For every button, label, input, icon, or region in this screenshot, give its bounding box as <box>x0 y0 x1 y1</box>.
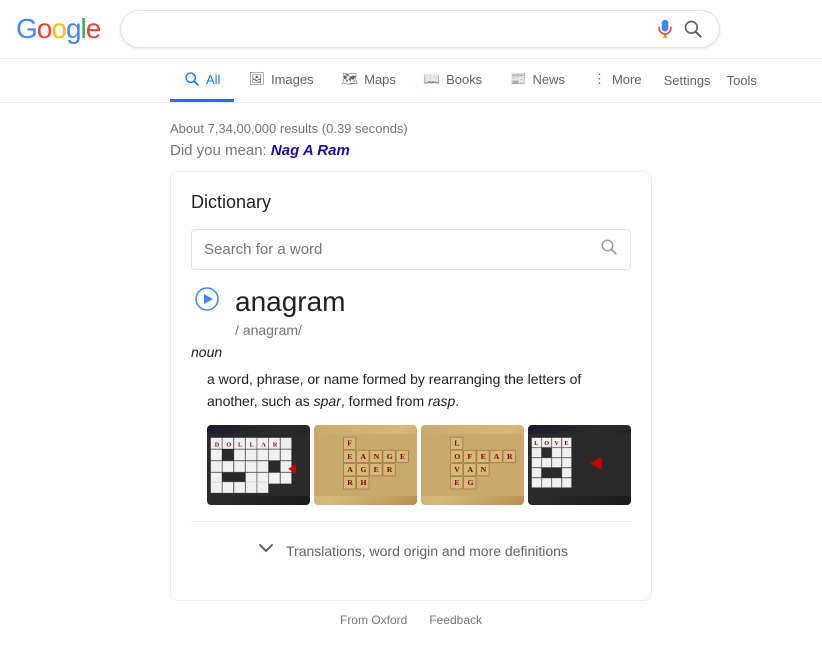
search-input[interactable]: Anagram <box>137 20 647 38</box>
footer: From Oxford Feedback <box>170 607 652 633</box>
part-of-speech: noun <box>191 344 631 360</box>
tab-images[interactable]: 🖼 Images <box>234 59 327 102</box>
definition-end: . <box>455 393 459 409</box>
maps-icon: 🗺 <box>342 71 359 87</box>
chevron-down-icon <box>254 536 278 566</box>
svg-text:D: D <box>215 441 220 448</box>
audio-button[interactable] <box>191 286 223 318</box>
word-entry: anagram / anagram/ noun a word, phrase, … <box>191 286 631 505</box>
definition-mid: , formed from <box>341 393 428 409</box>
mic-button[interactable] <box>655 19 675 39</box>
svg-text:L: L <box>238 441 242 448</box>
svg-text:F: F <box>347 438 352 447</box>
search-bar: Anagram <box>120 10 720 48</box>
tab-news-label: News <box>532 72 565 87</box>
feedback-link[interactable]: Feedback <box>429 613 482 627</box>
svg-text:L: L <box>250 441 254 448</box>
svg-text:E: E <box>454 478 459 487</box>
svg-text:A: A <box>494 452 500 461</box>
svg-text:R: R <box>507 452 513 461</box>
svg-text:H: H <box>360 478 366 487</box>
image-1[interactable]: D O L L A R <box>207 425 310 505</box>
did-you-mean-link[interactable]: Nag A Ram <box>271 142 350 159</box>
svg-text:L: L <box>454 438 459 447</box>
tools-link[interactable]: Tools <box>719 61 765 100</box>
word-search-input[interactable] <box>204 241 592 258</box>
results-count: About 7,34,00,000 results (0.39 seconds) <box>170 121 652 136</box>
tab-maps[interactable]: 🗺 Maps <box>328 59 410 102</box>
pronunciation: / anagram/ <box>235 322 631 338</box>
image-3[interactable]: L O V E F E A R A N G <box>421 425 524 505</box>
svg-text:F: F <box>467 452 472 461</box>
image-4[interactable]: L O V E <box>528 425 631 505</box>
tab-books-label: Books <box>446 72 482 87</box>
more-icon: ⋮ <box>593 71 606 87</box>
svg-text:G: G <box>360 465 366 474</box>
svg-text:G: G <box>467 478 473 487</box>
image-2[interactable]: F E A R A N G E G E R H <box>314 425 417 505</box>
svg-text:V: V <box>454 465 460 474</box>
svg-text:E: E <box>374 465 379 474</box>
svg-text:E: E <box>481 452 486 461</box>
tab-images-label: Images <box>271 72 314 87</box>
dictionary-card: Dictionary <box>170 171 652 601</box>
svg-text:O: O <box>544 440 549 447</box>
svg-text:E: E <box>400 452 405 461</box>
tab-all-label: All <box>206 72 220 87</box>
did-you-mean-prefix: Did you mean: <box>170 142 271 159</box>
audio-icon <box>195 287 219 317</box>
nav-tabs: All 🖼 Images 🗺 Maps 📖 Books 📰 News ⋮ Mor… <box>0 59 822 103</box>
more-definitions-label: Translations, word origin and more defin… <box>286 543 568 559</box>
svg-text:E: E <box>347 452 352 461</box>
svg-text:V: V <box>554 440 559 447</box>
word-search-box <box>191 229 631 270</box>
search-tab-icon <box>184 71 200 87</box>
mic-icon <box>655 19 675 39</box>
tab-more-label: More <box>612 72 642 87</box>
header: Google Anagram <box>0 0 822 59</box>
word-search-icon[interactable] <box>600 238 618 261</box>
svg-text:N: N <box>374 452 380 461</box>
svg-text:A: A <box>347 465 353 474</box>
example-word1: spar <box>314 393 341 409</box>
svg-text:A: A <box>360 452 366 461</box>
image-row: D O L L A R <box>207 425 631 505</box>
more-definitions[interactable]: Translations, word origin and more defin… <box>191 521 631 580</box>
source-label: From Oxford <box>340 613 407 627</box>
settings-link[interactable]: Settings <box>656 61 719 100</box>
word-header: anagram <box>191 286 631 318</box>
svg-text:R: R <box>273 441 278 448</box>
svg-text:A: A <box>467 465 473 474</box>
search-icon <box>683 19 703 39</box>
tab-books[interactable]: 📖 Books <box>410 59 496 102</box>
svg-text:A: A <box>261 441 266 448</box>
did-you-mean: Did you mean: Nag A Ram <box>170 142 652 159</box>
definition: a word, phrase, or name formed by rearra… <box>207 368 631 413</box>
svg-text:R: R <box>387 465 393 474</box>
search-button[interactable] <box>683 19 703 39</box>
tab-all[interactable]: All <box>170 59 234 102</box>
books-icon: 📖 <box>424 71 440 87</box>
tab-more[interactable]: ⋮ More <box>579 59 656 102</box>
svg-text:G: G <box>387 452 393 461</box>
svg-text:O: O <box>454 452 460 461</box>
svg-text:E: E <box>564 440 568 447</box>
word-text: anagram <box>235 286 346 318</box>
svg-text:O: O <box>226 441 231 448</box>
svg-text:R: R <box>347 478 353 487</box>
tab-maps-label: Maps <box>364 72 396 87</box>
tab-news[interactable]: 📰 News <box>496 59 579 102</box>
svg-text:L: L <box>534 440 538 447</box>
news-icon: 📰 <box>510 71 526 87</box>
results-area: About 7,34,00,000 results (0.39 seconds)… <box>0 103 822 643</box>
example-word2: rasp <box>428 393 455 409</box>
svg-text:N: N <box>481 465 487 474</box>
images-icon: 🖼 <box>248 71 265 87</box>
dictionary-title: Dictionary <box>191 192 631 213</box>
google-logo[interactable]: Google <box>16 13 100 45</box>
